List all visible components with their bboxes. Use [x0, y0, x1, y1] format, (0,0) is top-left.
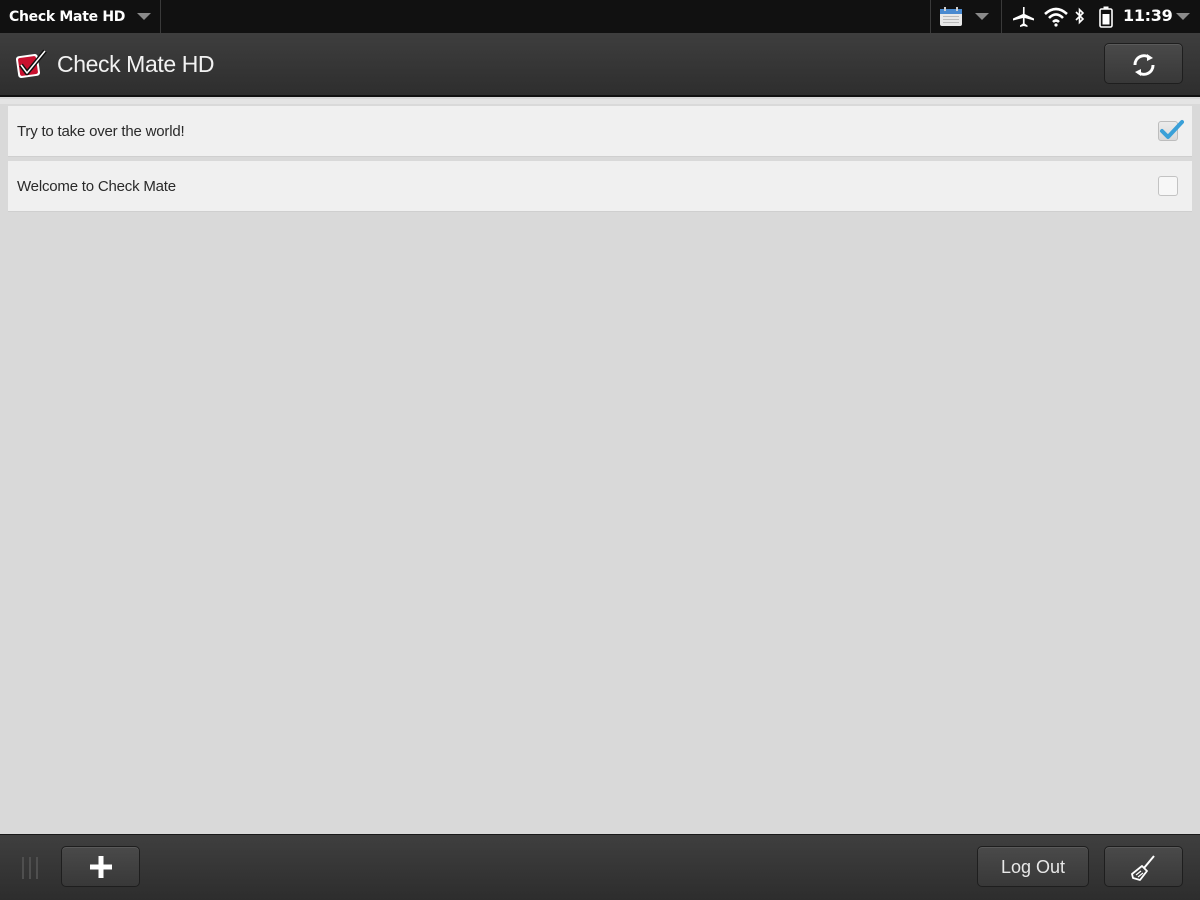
chevron-down-icon [975, 13, 989, 20]
app-header: Check Mate HD [0, 33, 1200, 97]
status-bar: Check Mate HD 11:39 [0, 0, 1200, 33]
app-menu[interactable]: Check Mate HD [0, 0, 161, 33]
list-item[interactable]: Welcome to Check Mate [8, 161, 1192, 212]
app-menu-label: Check Mate HD [9, 8, 126, 25]
sync-button[interactable] [1104, 43, 1183, 84]
task-list: Try to take over the world! Welcome to C… [0, 99, 1200, 834]
clock: 11:39 [1123, 6, 1173, 25]
airplane-icon [1013, 7, 1034, 27]
page-title: Check Mate HD [57, 51, 215, 77]
plus-icon [90, 856, 112, 878]
bluetooth-icon [1075, 7, 1085, 25]
chevron-down-icon [137, 13, 151, 20]
calendar-icon [940, 7, 962, 26]
broom-icon [1131, 855, 1155, 881]
task-label: Welcome to Check Mate [17, 178, 176, 195]
drag-handle-icon[interactable] [20, 857, 44, 881]
bottom-toolbar: Log Out [0, 834, 1200, 900]
list-item[interactable]: Try to take over the world! [8, 106, 1192, 157]
task-checkbox-checked[interactable] [1158, 120, 1184, 141]
app-logo-icon [15, 49, 47, 79]
logout-button[interactable]: Log Out [977, 846, 1089, 887]
wifi-icon [1044, 7, 1068, 27]
chevron-down-icon[interactable] [1176, 13, 1190, 20]
task-label: Try to take over the world! [17, 123, 185, 140]
task-checkbox[interactable] [1158, 176, 1178, 196]
clean-up-button[interactable] [1104, 846, 1183, 887]
battery-icon [1099, 6, 1113, 28]
add-task-button[interactable] [61, 846, 140, 887]
checkmark-icon [1160, 120, 1184, 139]
sync-icon [1133, 54, 1155, 76]
notification-area[interactable] [930, 0, 1002, 33]
